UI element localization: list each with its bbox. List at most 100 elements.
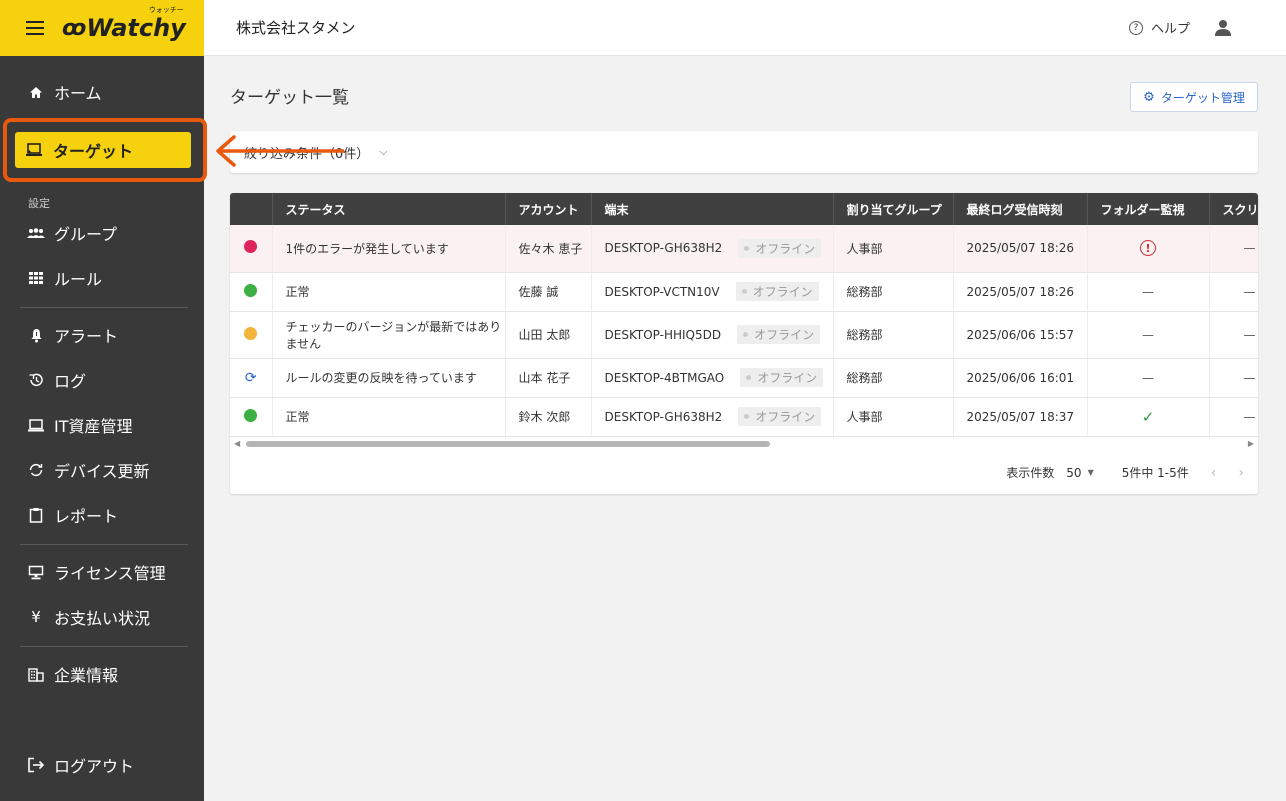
user-account-icon[interactable] bbox=[1212, 17, 1234, 39]
checkmark-icon: ✓ bbox=[1141, 407, 1155, 426]
per-page-label: 表示件数 bbox=[1006, 466, 1055, 480]
sidebar-item-log[interactable]: ログ bbox=[0, 365, 204, 395]
sidebar-item-label: ライセンス管理 bbox=[54, 564, 166, 583]
screen-cell: — bbox=[1209, 225, 1258, 273]
sidebar-item-license[interactable]: ライセンス管理 bbox=[0, 557, 204, 587]
device-name: DESKTOP-4BTMGAO bbox=[604, 370, 725, 385]
sidebar-item-company-info[interactable]: 企業情報 bbox=[0, 659, 204, 689]
sidebar-item-alert[interactable]: アラート bbox=[0, 320, 204, 350]
column-header-group[interactable]: 割り当てグループ bbox=[833, 193, 954, 225]
sidebar-item-label: レポート bbox=[54, 507, 119, 526]
status-text: 1件のエラーが発生しています bbox=[272, 225, 506, 273]
device-cell: DESKTOP-HHIQ5DD オフライン bbox=[591, 311, 834, 359]
folder-watch-cell: — bbox=[1087, 311, 1210, 359]
column-header-status[interactable]: ステータス bbox=[272, 193, 506, 225]
last-log-time: 2025/05/07 18:26 bbox=[953, 272, 1088, 312]
table-row[interactable]: 正常 佐藤 誠 DESKTOP-VCTN10V オフライン 総務部 2025/05… bbox=[230, 272, 1258, 312]
target-table-card: ステータス アカウント 端末 割り当てグループ 最終ログ受信時刻 フォルダー監視… bbox=[230, 193, 1258, 494]
filter-toggle[interactable]: 絞り込み条件（0件） ⌵ bbox=[230, 131, 1258, 173]
column-header-device[interactable]: 端末 bbox=[591, 193, 834, 225]
column-header-account[interactable]: アカウント bbox=[505, 193, 592, 225]
sidebar-item-label: お支払い状況 bbox=[54, 609, 151, 628]
account-name: 佐々木 恵子 bbox=[505, 225, 592, 273]
screen-cell: — bbox=[1209, 397, 1258, 437]
last-log-time: 2025/06/06 15:57 bbox=[953, 311, 1088, 359]
logo-text: Watchy bbox=[86, 14, 186, 42]
column-header-icon bbox=[230, 193, 273, 225]
logo-ruby: ウォッチー bbox=[148, 6, 184, 14]
target-management-button[interactable]: ⚙ ターゲット管理 bbox=[1130, 82, 1258, 112]
warning-status-dot-icon bbox=[244, 326, 258, 340]
monitor-icon bbox=[26, 565, 46, 580]
last-log-time: 2025/05/07 18:26 bbox=[953, 225, 1088, 273]
sidebar-item-group[interactable]: グループ bbox=[0, 218, 204, 248]
pagination: 表示件数 50 ▼ 5件中 1-5件 ‹ › bbox=[1006, 464, 1244, 481]
sidebar-item-report[interactable]: レポート bbox=[0, 500, 204, 530]
history-icon bbox=[26, 372, 46, 388]
offline-badge: オフライン bbox=[738, 407, 822, 426]
hamburger-menu-icon[interactable] bbox=[26, 21, 44, 35]
group-name: 総務部 bbox=[833, 358, 954, 398]
scroll-right-icon[interactable]: ▶ bbox=[1248, 439, 1254, 448]
table-row[interactable]: ⟳ ルールの変更の反映を待っています 山本 花子 DESKTOP-4BTMGAO… bbox=[230, 358, 1258, 398]
offline-badge: オフライン bbox=[737, 325, 821, 344]
horizontal-scrollbar[interactable]: ◀ ▶ bbox=[230, 439, 1258, 449]
sidebar-item-label: 企業情報 bbox=[54, 666, 119, 685]
page-range: 5件中 1-5件 bbox=[1121, 466, 1189, 480]
last-log-time: 2025/06/06 16:01 bbox=[953, 358, 1088, 398]
sidebar-item-rule[interactable]: ルール bbox=[0, 263, 204, 293]
sidebar-item-device-update[interactable]: デバイス更新 bbox=[0, 455, 204, 485]
chevron-down-icon: ⌵ bbox=[379, 145, 388, 158]
status-cell bbox=[230, 272, 273, 312]
error-circle-icon[interactable]: ! bbox=[1140, 240, 1156, 257]
screen-cell: — bbox=[1209, 358, 1258, 398]
table-row[interactable]: チェッカーのバージョンが最新ではありません 山田 太郎 DESKTOP-HHIQ… bbox=[230, 311, 1258, 359]
group-name: 総務部 bbox=[833, 311, 954, 359]
account-name: 山本 花子 bbox=[505, 358, 592, 398]
group-name: 人事部 bbox=[833, 225, 954, 273]
target-management-label: ターゲット管理 bbox=[1160, 90, 1245, 105]
column-header-folder-watch[interactable]: フォルダー監視 bbox=[1087, 193, 1210, 225]
status-text: 正常 bbox=[272, 272, 506, 312]
help-circle-icon: ? bbox=[1128, 20, 1143, 35]
scroll-thumb[interactable] bbox=[246, 441, 770, 447]
scroll-left-icon[interactable]: ◀ bbox=[234, 439, 240, 448]
account-name: 山田 太郎 bbox=[505, 311, 592, 359]
top-bar: 株式会社スタメン ? ヘルプ bbox=[204, 0, 1286, 56]
device-name: DESKTOP-VCTN10V bbox=[604, 284, 720, 299]
help-label: ヘルプ bbox=[1150, 22, 1190, 37]
column-header-screen[interactable]: スクリーン bbox=[1209, 193, 1258, 225]
folder-watch-cell: — bbox=[1087, 272, 1210, 312]
section-label-settings: 設定 bbox=[28, 197, 50, 210]
sidebar-item-payment[interactable]: ¥ お支払い状況 bbox=[0, 602, 204, 632]
prev-page-icon[interactable]: ‹ bbox=[1211, 465, 1217, 481]
home-icon bbox=[26, 86, 46, 99]
column-header-last-log[interactable]: 最終ログ受信時刻 bbox=[953, 193, 1088, 225]
status-cell bbox=[230, 311, 273, 359]
next-page-icon[interactable]: › bbox=[1238, 465, 1244, 481]
sidebar-item-home[interactable]: ホーム bbox=[0, 77, 204, 107]
device-name: DESKTOP-HHIQ5DD bbox=[604, 327, 722, 342]
folder-watch-cell: ✓ bbox=[1087, 397, 1210, 437]
account-name: 鈴木 次郎 bbox=[505, 397, 592, 437]
company-name: 株式会社スタメン bbox=[236, 19, 356, 37]
offline-badge: オフライン bbox=[735, 282, 819, 301]
page-title: ターゲット一覧 bbox=[230, 88, 349, 108]
sidebar-item-it-assets[interactable]: IT資産管理 bbox=[0, 410, 204, 440]
device-cell: DESKTOP-GH638H2 オフライン bbox=[591, 397, 834, 437]
app-logo[interactable]: ꝏ Watchy ウォッチー bbox=[62, 6, 186, 42]
device-cell: DESKTOP-4BTMGAO オフライン bbox=[591, 358, 834, 398]
sidebar-item-logout[interactable]: ログアウト bbox=[0, 750, 204, 780]
table-row[interactable]: 1件のエラーが発生しています 佐々木 恵子 DESKTOP-GH638H2 オフラ… bbox=[230, 225, 1258, 273]
device-name: DESKTOP-GH638H2 bbox=[604, 409, 723, 424]
yen-icon: ¥ bbox=[31, 608, 41, 626]
status-text: チェッカーのバージョンが最新ではありません bbox=[272, 311, 506, 359]
table-row[interactable]: 正常 鈴木 次郎 DESKTOP-GH638H2 オフライン 人事部 2025/0… bbox=[230, 397, 1258, 437]
clipboard-icon bbox=[26, 507, 46, 523]
caret-down-icon: ▼ bbox=[1087, 468, 1094, 477]
sidebar-divider bbox=[20, 307, 188, 308]
help-link[interactable]: ? ヘルプ bbox=[1128, 18, 1190, 37]
per-page-select[interactable]: 50 ▼ bbox=[1066, 466, 1093, 480]
target-table: ステータス アカウント 端末 割り当てグループ 最終ログ受信時刻 フォルダー監視… bbox=[230, 193, 1258, 437]
folder-watch-cell: ! bbox=[1087, 225, 1210, 273]
